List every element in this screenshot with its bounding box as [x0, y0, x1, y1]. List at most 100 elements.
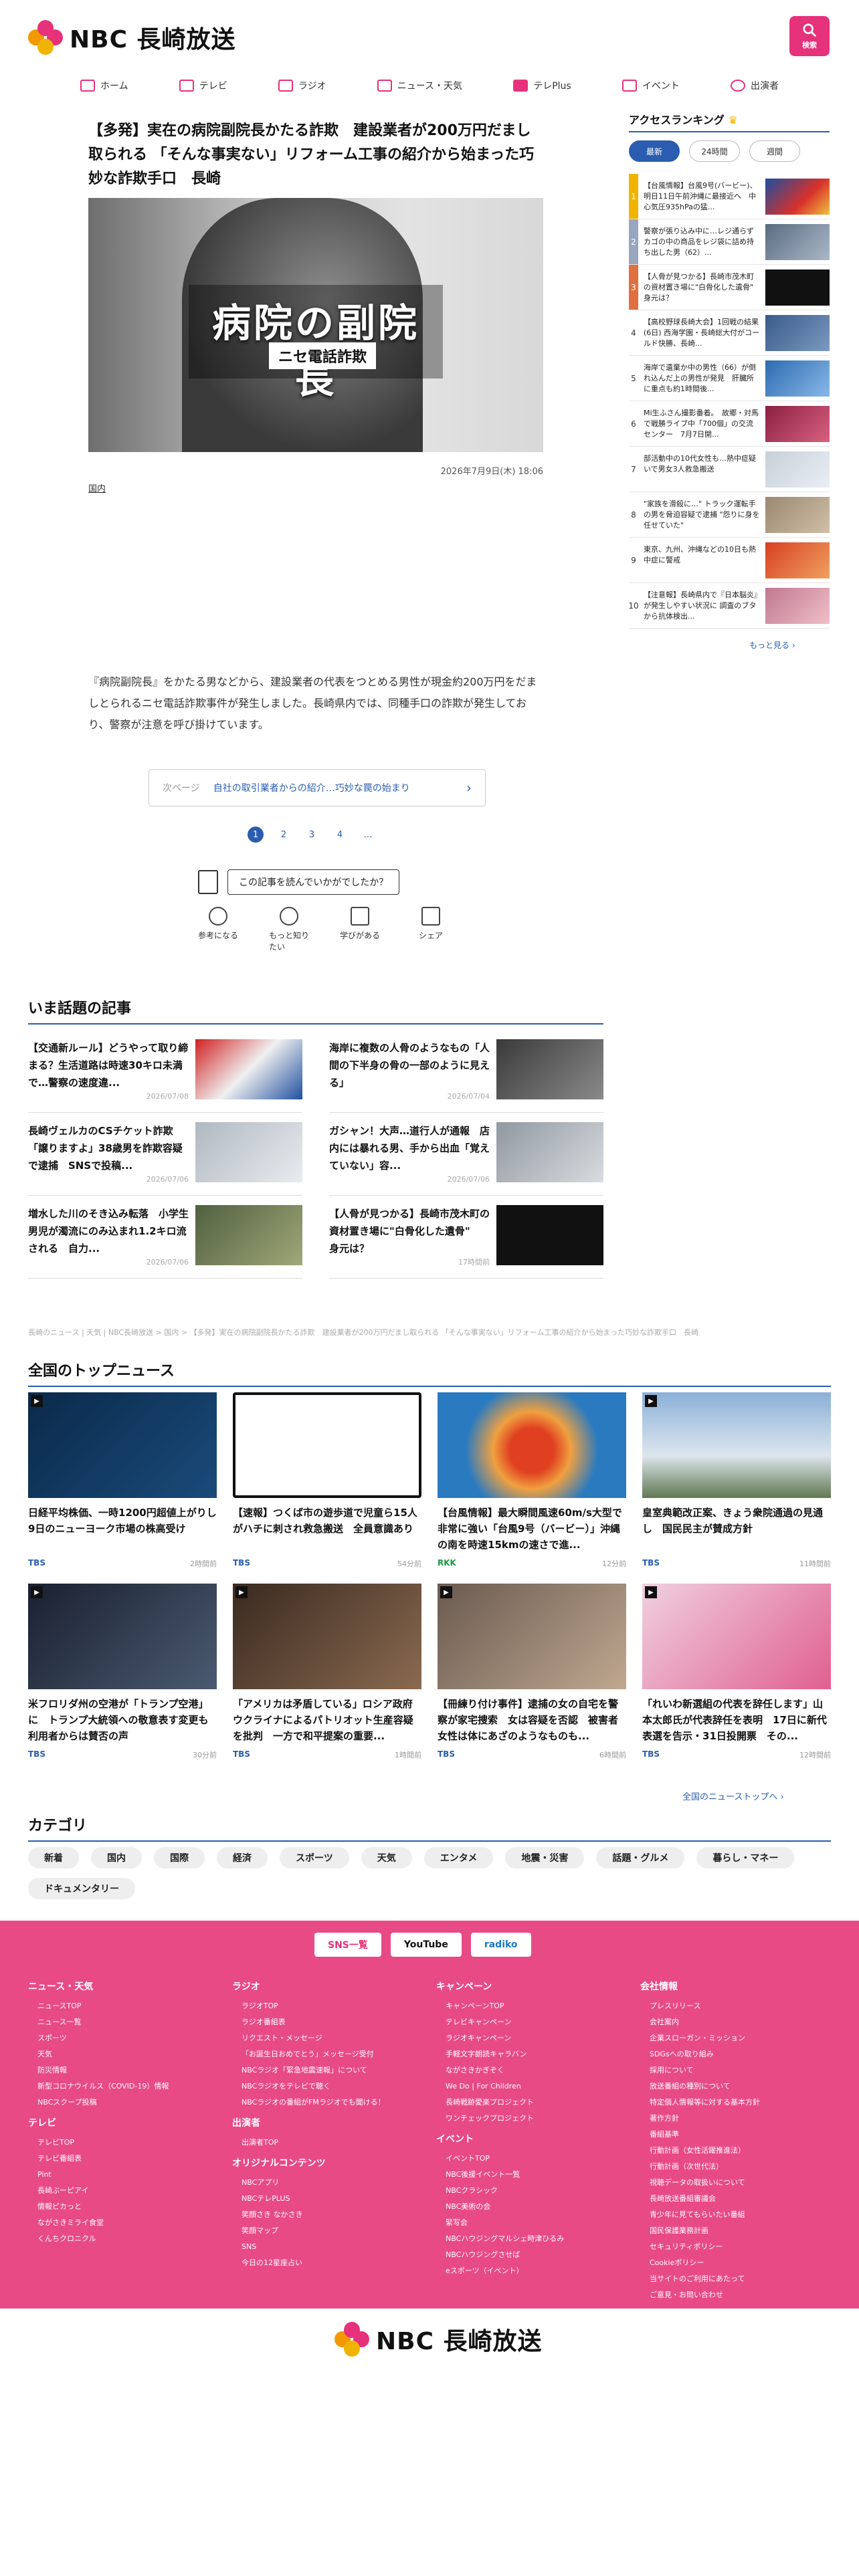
topic-item[interactable]: 【人骨が見つかる】長崎市茂木町の資材置き場に"白骨化した遺骨" 身元は？ 17時間… [329, 1196, 603, 1279]
footer-link[interactable]: スポーツ [28, 2030, 219, 2046]
footer-link[interactable]: テレビTOP [28, 2135, 219, 2151]
article-category-link[interactable]: 国内 [88, 481, 106, 494]
footer-link[interactable]: 青少年に見てもらいたい番組 [640, 2207, 831, 2223]
tab-weekly[interactable]: 週間 [749, 140, 800, 162]
footer-link[interactable]: くんちクロニクル [28, 2231, 219, 2247]
ranking-more-link[interactable]: もっと見る › [749, 639, 795, 651]
page-2[interactable]: 2 [276, 827, 292, 843]
ranking-item[interactable]: 4 【高校野球長崎大会】1回戦の結果(6日) 西海学園・長崎総大付がコールド快勝、… [629, 310, 830, 356]
category-chip[interactable]: 話題・グルメ [596, 1847, 685, 1868]
footer-link[interactable]: SNS [232, 2239, 423, 2255]
category-chip[interactable]: ドキュメンタリー [28, 1878, 135, 1899]
footer-link[interactable]: 企業スローガン・ミッション [640, 2030, 831, 2046]
news-card[interactable]: ▶ 皇室典範改正案、きょう衆院通過の見通し 国民民主が賛成方針 TBS 11時間前 [642, 1392, 831, 1569]
nav-tv[interactable]: テレビ [179, 72, 227, 99]
footer-link[interactable]: Pint [28, 2167, 219, 2183]
footer-heading[interactable]: キャンペーン [436, 1979, 627, 1993]
category-chip[interactable]: 天気 [361, 1847, 412, 1868]
topic-item[interactable]: 増水した川のそき込み転落 小学生男児が濁流にのみ込まれ1.2キロ流される 自力.… [28, 1196, 302, 1279]
category-chip[interactable]: 暮らし・マネー [696, 1847, 795, 1868]
footer-link[interactable]: ラジオ番組表 [232, 2014, 423, 2030]
nav-news[interactable]: ニュース・天気 [377, 72, 462, 99]
footer-link[interactable]: 長崎放送番組審議会 [640, 2191, 831, 2207]
site-logo[interactable]: NBC 長崎放送 [28, 20, 236, 55]
footer-link[interactable]: NBCラジオの番組がFMラジオでも聞ける！ [232, 2095, 423, 2111]
nav-home[interactable]: ホーム [80, 72, 128, 99]
tab-24h[interactable]: 24時間 [689, 140, 740, 162]
footer-link[interactable]: 情報ピカっと [28, 2199, 219, 2215]
category-chip[interactable]: 地震・災害 [505, 1847, 585, 1868]
footer-link[interactable]: ニュース一覧 [28, 2014, 219, 2030]
footer-link[interactable]: ラジオTOP [232, 1998, 423, 2014]
footer-link[interactable]: 笑顔マップ [232, 2223, 423, 2239]
footer-link[interactable]: 長崎ぶーピアイ [28, 2183, 219, 2199]
footer-link[interactable]: 国民保護業務計画 [640, 2223, 831, 2239]
news-card[interactable]: 【台風情報】最大瞬間風速60m/s大型で非常に強い「台風9号（バービー）」沖縄の… [438, 1392, 626, 1569]
footer-link[interactable]: NBCラジオをテレビで聴く [232, 2078, 423, 2095]
footer-link[interactable]: 著作方針 [640, 2111, 831, 2127]
footer-heading[interactable]: 出演者 [232, 2116, 423, 2129]
category-chip[interactable]: 新着 [28, 1847, 79, 1868]
ranking-item[interactable]: 2 警察が張り込み中に…レジ通らずカゴの中の商品をレジ袋に詰め持ち出した男（62）… [629, 219, 830, 265]
ranking-item[interactable]: 9 東京、九州、沖縄などの10日も熱中症に警戒 [629, 538, 830, 583]
footer-link[interactable]: NBC後援イベント一覧 [436, 2167, 627, 2183]
footer-link[interactable]: 緊写会 [436, 2215, 627, 2231]
ranking-item[interactable]: 3 【人骨が見つかる】長崎市茂木町の資材置き場に"白骨化した遺骨" 身元は？ [629, 265, 830, 310]
footer-link[interactable]: ワンチェックプロジェクト [436, 2111, 627, 2127]
news-card[interactable]: ▶ 「れいわ新選組の代表を辞任します」山本太郎氏が代表辞任を表明 17日に新代表選… [642, 1584, 831, 1760]
footer-link[interactable]: 行動計画（次世代法） [640, 2159, 831, 2175]
react-more[interactable]: もっと知りたい [269, 907, 309, 952]
tab-latest[interactable]: 最新 [629, 140, 680, 162]
footer-link[interactable]: テレビ番組表 [28, 2151, 219, 2167]
footer-link[interactable]: 採用について [640, 2062, 831, 2078]
footer-heading[interactable]: テレビ [28, 2116, 219, 2129]
ranking-item[interactable]: 8 "家族を滑殺に…" トラック運転手の男を脅迫容疑で逮捕 "怨りに身を任せていた… [629, 492, 830, 538]
footer-link[interactable]: 特定個人情報等に対する基本方針 [640, 2095, 831, 2111]
ranking-item[interactable]: 6 Mi生ふさん撮影番着。 故郷・対馬で戦勝ライブ中「700個」の交流センター 7… [629, 401, 830, 447]
news-card[interactable]: 【速報】つくば市の遊歩道で児童ら15人がハチに刺され救急搬送 全員意識あり TBS… [233, 1392, 421, 1569]
footer-link[interactable]: 放送番組の種別について [640, 2078, 831, 2095]
page-4[interactable]: 4 [332, 827, 348, 843]
react-learn[interactable]: 学びがある [340, 907, 380, 952]
topic-item[interactable]: 海岸に複数の人骨のようなもの「人間の下半身の骨の一部のように見える」 2026/0… [329, 1030, 603, 1113]
react-useful[interactable]: 参考になる [198, 907, 238, 952]
news-card[interactable]: ▶ 日経平均株価、一時1200円超値上がりし 9日のニューヨーク市場の株高受け TB… [28, 1392, 217, 1569]
footer-link[interactable]: 番組基準 [640, 2127, 831, 2143]
footer-link[interactable]: ながさきかぎぞく [436, 2062, 627, 2078]
footer-link[interactable]: NBCアプリ [232, 2175, 423, 2191]
footer-link[interactable]: NBCスクープ投稿 [28, 2095, 219, 2111]
category-chip[interactable]: 国内 [91, 1847, 142, 1868]
footer-link[interactable]: キャンペーンTOP [436, 1998, 627, 2014]
news-card[interactable]: ▶ 米フロリダ州の空港が「トランプ空港」に トランプ大統領への敬意表す変更も 利用… [28, 1584, 217, 1760]
news-card[interactable]: ▶ 「アメリカは矛盾している」ロシア政府 ウクライナによるパトリオット生産容疑を批… [233, 1584, 421, 1760]
footer-heading[interactable]: イベント [436, 2132, 627, 2145]
national-more-link[interactable]: 全国のニューストップへ › [682, 1790, 784, 1802]
nav-teleplus[interactable]: テレPlus [513, 72, 571, 99]
footer-link[interactable]: 「お誕生日おめでとう」メッセージ受付 [232, 2046, 423, 2062]
footer-link[interactable]: NBCラジオ「緊急地震速報」について [232, 2062, 423, 2078]
footer-link[interactable]: セキュリティポリシー [640, 2239, 831, 2255]
page-1[interactable]: 1 [248, 827, 264, 843]
next-page-link[interactable]: 次ページ 自社の取引業者からの紹介…巧妙な罠の始まり › [149, 769, 486, 807]
footer-logo[interactable]: NBC 長崎放送 [335, 2322, 543, 2357]
footer-link[interactable]: 今日の12星座占い [232, 2255, 423, 2271]
youtube-button[interactable]: YouTube [390, 1933, 462, 1957]
category-chip[interactable]: スポーツ [280, 1847, 349, 1868]
nav-radio[interactable]: ラジオ [278, 72, 326, 99]
footer-link[interactable]: 行動計画（女性活躍推進法） [640, 2143, 831, 2159]
category-chip[interactable]: 経済 [217, 1847, 268, 1868]
footer-link[interactable]: 当サイトのご利用にあたって [640, 2271, 831, 2287]
footer-link[interactable]: 手軽文字朗読キャラバン [436, 2046, 627, 2062]
footer-link[interactable]: 笑顔さき なかさき [232, 2207, 423, 2223]
ranking-item[interactable]: 1 【台風情報】台風9号(バービー)、明日11日午前沖縄に最接近へ 中心気圧935… [629, 174, 830, 219]
footer-link[interactable]: ニュースTOP [28, 1998, 219, 2014]
search-button[interactable]: 検索 [789, 16, 830, 56]
ranking-item[interactable]: 10 【注意報】長崎県内で『日本脳炎』が発生しやすい状況に 調査のブタから抗体検出… [628, 583, 830, 629]
footer-link[interactable]: ながさきミライ食堂 [28, 2215, 219, 2231]
footer-link[interactable]: ラジオキャンペーン [436, 2030, 627, 2046]
footer-link[interactable]: イベントTOP [436, 2151, 627, 2167]
ranking-item[interactable]: 5 海岸で遺棄か中の男性（66）が倒れ込んだ上の男性が発見 肝臓所に重点も約1時間… [629, 356, 830, 401]
topic-item[interactable]: ガシャン！大声…道行人が通報 店内には暴れる男、手から出血「覚えていない」容..… [329, 1113, 603, 1196]
footer-link[interactable]: NBCテレPLUS [232, 2191, 423, 2207]
topic-item[interactable]: 【交通新ルール】どうやって取り締まる？生活道路は時速30キロ未満で…警察の速度違… [28, 1030, 302, 1113]
